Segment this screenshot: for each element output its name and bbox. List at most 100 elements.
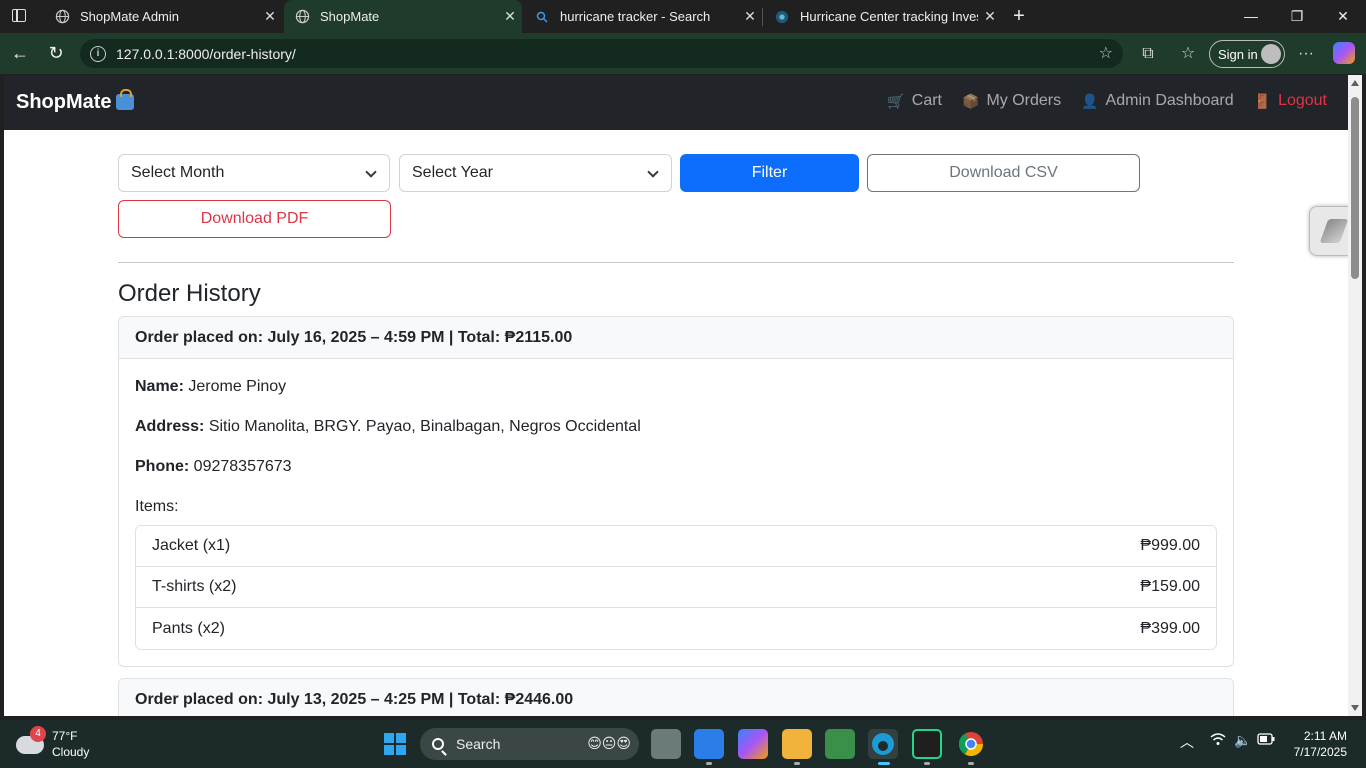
- download-csv-button[interactable]: Download CSV: [867, 154, 1140, 192]
- wifi-icon[interactable]: [1210, 732, 1226, 749]
- file-explorer-icon[interactable]: [782, 729, 812, 759]
- close-tab-icon[interactable]: ✕: [498, 8, 522, 25]
- page-viewport: ShopMate 🛒 Cart 📦 My Orders 👤 Admin Dashboa…: [4, 75, 1348, 716]
- brand-logo[interactable]: ShopMate: [16, 89, 134, 114]
- copilot-app-icon[interactable]: [738, 729, 768, 759]
- active-indicator: [878, 762, 890, 765]
- month-select-value: Select Month: [131, 164, 225, 181]
- close-tab-icon[interactable]: ✕: [258, 8, 282, 25]
- order-name-field: Name: Jerome Pinoy: [135, 375, 1217, 399]
- favorite-star-icon[interactable]: ☆: [1099, 43, 1113, 63]
- more-menu-icon[interactable]: ···: [1294, 42, 1318, 66]
- item-name: T-shirts (x2): [152, 578, 237, 595]
- divider: [118, 262, 1234, 263]
- volume-icon[interactable]: 🔈: [1234, 732, 1251, 749]
- filter-button[interactable]: Filter: [680, 154, 859, 192]
- item-price: ₱999.00: [1140, 537, 1200, 554]
- tab-actions-icon[interactable]: [12, 9, 26, 22]
- taskbar-search[interactable]: Search 😊😐😍: [420, 728, 639, 760]
- copilot-icon[interactable]: [1333, 42, 1355, 64]
- nav-admin-link[interactable]: 👤 Admin Dashboard: [1081, 92, 1234, 110]
- cart-icon: 🛒: [887, 92, 905, 109]
- page-title: Order History: [118, 280, 261, 307]
- tab-title: hurricane tracker - Search: [560, 9, 711, 24]
- close-tab-icon[interactable]: ✕: [738, 8, 762, 25]
- nav-cart-label: Cart: [911, 92, 942, 109]
- page-scrollbar[interactable]: [1348, 75, 1362, 716]
- nav-cart-link[interactable]: 🛒 Cart: [887, 92, 942, 110]
- restore-icon[interactable]: ❐: [1274, 0, 1320, 33]
- month-select[interactable]: Select Month: [118, 154, 390, 192]
- address-bar[interactable]: i 127.0.0.1:8000/order-history/ ☆: [80, 39, 1123, 68]
- site-info-icon[interactable]: i: [90, 45, 106, 62]
- nav-logout-link[interactable]: 🚪 Logout: [1254, 92, 1327, 110]
- search-highlight-icon: 😊😐😍: [587, 735, 631, 751]
- person-icon: 👤: [1081, 92, 1099, 109]
- tab-hurricane-center[interactable]: Hurricane Center tracking Invest 9 ✕: [764, 0, 1002, 33]
- item-price: ₱399.00: [1140, 619, 1200, 637]
- nav-admin-label: Admin Dashboard: [1105, 92, 1234, 109]
- order-address-field: Address: Sitio Manolita, BRGY. Payao, Bi…: [135, 415, 1217, 439]
- new-tab-icon[interactable]: +: [1008, 3, 1030, 29]
- running-indicator: [794, 762, 800, 765]
- weather-temp: 77°F: [52, 729, 78, 743]
- close-tab-icon[interactable]: ✕: [978, 8, 1002, 25]
- globe-icon: [294, 9, 310, 25]
- nav-links: 🛒 Cart 📦 My Orders 👤 Admin Dashboard 🚪 Logou…: [887, 92, 1327, 110]
- windows-start-icon[interactable]: [384, 733, 406, 755]
- order-header: Order placed on: July 13, 2025 – 4:25 PM…: [119, 679, 1233, 716]
- name-label: Name:: [135, 378, 184, 395]
- order-phone-field: Phone: 09278357673: [135, 455, 1217, 479]
- order-items-list: Jacket (x1) ₱999.00 T-shirts (x2) ₱159.0…: [135, 525, 1217, 650]
- tab-shopmate-admin[interactable]: ShopMate Admin ✕: [44, 0, 282, 33]
- nav-logout-label: Logout: [1278, 92, 1327, 109]
- cloud-icon: 4: [16, 726, 46, 754]
- tab-title: Hurricane Center tracking Invest 9: [800, 9, 978, 24]
- scrollbar-thumb[interactable]: [1351, 97, 1359, 279]
- task-view-icon[interactable]: [651, 729, 681, 759]
- weather-widget[interactable]: 4 77°F Cloudy: [16, 726, 89, 760]
- sign-in-label: Sign in: [1218, 46, 1258, 62]
- extensions-icon[interactable]: ⧉: [1136, 42, 1160, 66]
- items-label: Items:: [135, 498, 179, 515]
- list-item: T-shirts (x2) ₱159.00: [136, 567, 1216, 608]
- clock-date: 7/17/2025: [1293, 745, 1347, 759]
- chrome-icon[interactable]: [956, 729, 986, 759]
- year-select[interactable]: Select Year: [399, 154, 672, 192]
- year-select-value: Select Year: [412, 164, 493, 181]
- favorites-icon[interactable]: ☆: [1176, 42, 1200, 66]
- download-pdf-button[interactable]: Download PDF: [118, 200, 391, 238]
- chevron-down-icon: [365, 166, 377, 178]
- browser-tab-bar: ShopMate Admin ✕ ShopMate ✕ hurricane tr…: [0, 0, 1366, 33]
- show-hidden-icons-icon[interactable]: ︿: [1180, 732, 1194, 752]
- tab-shopmate[interactable]: ShopMate ✕: [284, 0, 522, 33]
- close-window-icon[interactable]: ✕: [1320, 0, 1366, 33]
- back-icon[interactable]: ←: [8, 41, 32, 65]
- item-name: Jacket (x1): [152, 537, 231, 554]
- package-icon: 📦: [962, 92, 980, 109]
- tab-hurricane-search[interactable]: hurricane tracker - Search ✕: [524, 0, 762, 33]
- running-indicator: [706, 762, 712, 765]
- sign-in-button[interactable]: Sign in: [1209, 40, 1285, 68]
- order-card: Order placed on: July 16, 2025 – 4:59 PM…: [118, 316, 1234, 667]
- scroll-down-icon[interactable]: [1351, 705, 1359, 711]
- notepad-icon[interactable]: [694, 729, 724, 759]
- refresh-icon[interactable]: ↻: [44, 41, 68, 65]
- git-app-icon[interactable]: [825, 729, 855, 759]
- clock-time: 2:11 AM: [1303, 729, 1347, 743]
- edge-browser-icon[interactable]: [868, 729, 898, 759]
- battery-icon[interactable]: [1257, 732, 1275, 748]
- pycharm-icon[interactable]: [912, 729, 942, 759]
- door-icon: 🚪: [1253, 92, 1272, 109]
- tab-title: ShopMate: [320, 9, 380, 24]
- item-price: ₱159.00: [1140, 578, 1200, 595]
- scroll-up-icon[interactable]: [1351, 80, 1359, 86]
- nav-orders-link[interactable]: 📦 My Orders: [962, 92, 1061, 110]
- tab-separator: [762, 8, 763, 26]
- globe-icon: [54, 9, 70, 25]
- minimize-icon[interactable]: —: [1228, 0, 1274, 33]
- url-text: 127.0.0.1:8000/order-history/: [116, 45, 296, 62]
- running-indicator: [924, 762, 930, 765]
- system-clock[interactable]: 2:11 AM 7/17/2025: [1283, 728, 1347, 760]
- browser-toolbar: ← ↻ i 127.0.0.1:8000/order-history/ ☆ ⧉ …: [0, 33, 1366, 74]
